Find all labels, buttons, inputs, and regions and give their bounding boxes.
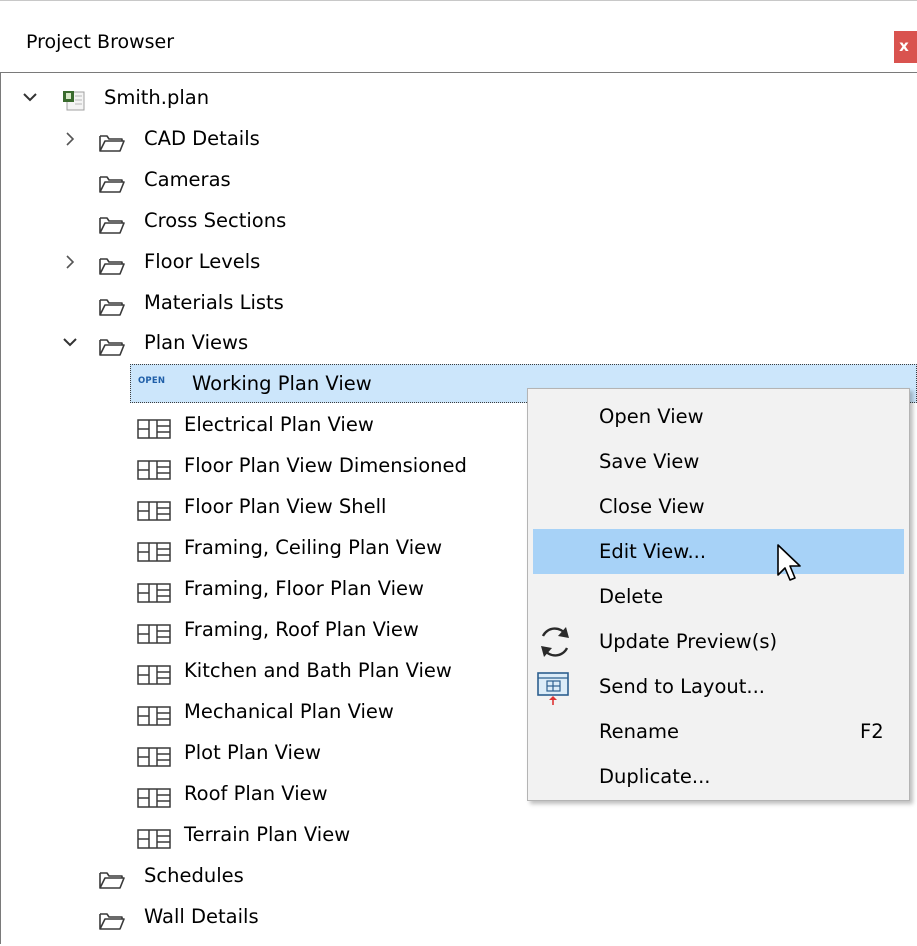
menu-item-duplicate[interactable]: Duplicate... [533,754,904,799]
tree-item-label: Cameras [144,168,231,191]
menu-item-label: Close View [599,495,705,518]
tree-item-label: Electrical Plan View [184,413,374,436]
chevron-right-icon[interactable] [60,242,80,282]
tree-item-label: Plan Views [144,331,249,354]
folder-icon [98,128,126,168]
open-badge: OPEN [138,376,166,386]
menu-item-save-view[interactable]: Save View [533,439,904,484]
tree-item-label: Kitchen and Bath Plan View [184,659,452,682]
tree-item-label: Framing, Ceiling Plan View [184,536,443,559]
chevron-down-icon[interactable] [20,78,40,118]
tree-item-label: Framing, Roof Plan View [184,618,419,641]
tree-item-label: Floor Plan View Shell [184,495,387,518]
tree-item-label: Terrain Plan View [184,823,351,846]
menu-item-label: Save View [599,450,700,473]
tree-item-label: Wall Details [144,905,259,928]
plan-view-icon [137,414,171,454]
folder-icon [98,332,126,372]
panel-header: Project Browser x [0,0,917,63]
plan-view-icon [137,701,171,741]
context-menu: Open View Save View Close View Edit View… [527,388,910,801]
folder-icon [98,210,126,250]
plan-view-icon [137,496,171,536]
tree-item-label: Smith.plan [104,86,210,109]
mouse-cursor-icon [776,543,804,589]
menu-item-label: Edit View... [599,540,707,563]
menu-item-shortcut: F2 [860,720,884,743]
tree-item-label: Mechanical Plan View [184,700,394,723]
tree-item-label: Plot Plan View [184,741,321,764]
plan-view-icon [137,455,171,495]
menu-item-delete[interactable]: Delete [533,574,904,619]
menu-item-label: Duplicate... [599,765,711,788]
menu-item-label: Delete [599,585,664,608]
menu-item-open-view[interactable]: Open View [533,394,904,439]
panel-title: Project Browser [26,31,175,53]
plan-view-icon [137,742,171,782]
menu-item-close-view[interactable]: Close View [533,484,904,529]
close-button[interactable]: x [894,31,917,63]
menu-item-edit-view[interactable]: Edit View... [533,529,904,574]
tree-item-label: Floor Levels [144,250,261,273]
tree-item-label: CAD Details [144,127,260,150]
folder-icon [98,251,126,291]
tree-item-label: Floor Plan View Dimensioned [184,454,467,477]
menu-item-label: Open View [599,405,704,428]
plan-view-icon [137,619,171,659]
plan-view-icon [137,578,171,618]
menu-item-label: Update Preview(s) [599,630,778,653]
chevron-down-icon[interactable] [60,323,80,363]
tree-item-label: Framing, Floor Plan View [184,577,424,600]
folder-icon [98,865,126,905]
tree-item-label: Schedules [144,864,244,887]
tree-item-label: Materials Lists [144,291,284,314]
menu-item-rename[interactable]: Rename F2 [533,709,904,754]
tree-item-label: Cross Sections [144,209,287,232]
menu-item-label: Send to Layout... [599,675,765,698]
menu-item-update-preview[interactable]: Update Preview(s) [533,619,904,664]
menu-item-send-to-layout[interactable]: Send to Layout... [533,664,904,709]
folder-icon [98,169,126,209]
tree-item-label: Working Plan View [192,372,372,395]
tree-item-label: Roof Plan View [184,782,328,805]
menu-item-label: Rename [599,720,679,743]
chevron-right-icon[interactable] [60,119,80,159]
folder-icon [98,906,126,946]
plan-view-icon [137,537,171,577]
plan-view-icon [137,783,171,823]
plan-view-icon [137,660,171,700]
folder-icon [98,292,126,332]
